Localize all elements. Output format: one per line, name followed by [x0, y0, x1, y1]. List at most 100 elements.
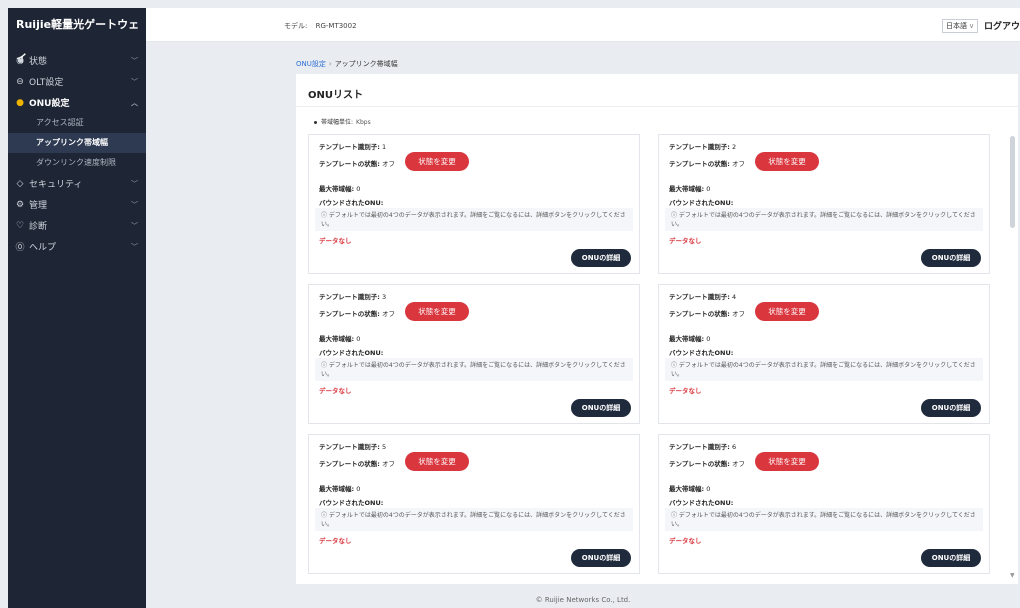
- unit-label: 帯域幅単位:: [321, 119, 354, 126]
- bound-onu-label: バウンドされたONU:: [319, 349, 384, 357]
- max-bandwidth-label: 最大帯域幅:: [319, 185, 355, 193]
- max-bandwidth-value: 0: [706, 485, 711, 493]
- no-data-text: データなし: [319, 537, 352, 545]
- diagnose-icon: ♡: [15, 220, 25, 231]
- scroll-down-icon[interactable]: ▼: [1010, 572, 1015, 579]
- bound-onu-row: バウンドされたONU:: [669, 347, 733, 357]
- change-status-button[interactable]: 状態を変更: [405, 452, 469, 471]
- max-bandwidth-row: 最大帯域幅: 0: [319, 483, 360, 493]
- breadcrumb-parent[interactable]: ONU設定: [296, 60, 326, 68]
- template-id-label: テンプレート識別子:: [319, 143, 380, 151]
- sidebar-item[interactable]: ⓪ ヘルプ ﹀: [8, 236, 146, 257]
- max-bandwidth-row: 最大帯域幅: 0: [669, 183, 710, 193]
- template-card: テンプレート識別子: 6 テンプレートの状態: オフ 状態を変更 最大帯域幅: 0 バウ…: [658, 434, 990, 574]
- info-note: ⓘ デフォルトでは最初の4つのデータが表示されます。詳細をご覧になるには、詳細ボ…: [315, 508, 633, 531]
- chevron-up-icon: ︿: [131, 98, 138, 107]
- sidebar-item-label: 診断: [29, 222, 48, 232]
- bullet-icon: [314, 121, 317, 124]
- template-status-label: テンプレートの状態:: [319, 460, 380, 468]
- template-status-value: オフ: [731, 160, 745, 168]
- sidebar-item[interactable]: ● ONU設定 ︿: [8, 92, 146, 113]
- template-id-value: 1: [381, 143, 387, 151]
- template-status-label: テンプレートの状態:: [669, 310, 730, 318]
- max-bandwidth-value: 0: [356, 485, 361, 493]
- template-id-value: 4: [731, 293, 737, 301]
- info-note: ⓘ デフォルトでは最初の4つのデータが表示されます。詳細をご覧になるには、詳細ボ…: [665, 358, 983, 381]
- onu-detail-button[interactable]: ONUの詳細: [921, 249, 981, 267]
- change-status-button[interactable]: 状態を変更: [755, 152, 819, 171]
- language-select[interactable]: 日本語 ∨: [942, 19, 979, 33]
- sidebar-item[interactable]: ◉ 状態 ﹀: [8, 50, 146, 71]
- template-status-label: テンプレートの状態:: [319, 310, 380, 318]
- sidebar-item[interactable]: ♡ 診断 ﹀: [8, 215, 146, 236]
- sidebar-item[interactable]: ◇ セキュリティ ﹀: [8, 173, 146, 194]
- change-status-button[interactable]: 状態を変更: [405, 302, 469, 321]
- sidebar: Ruijie軽量光ゲートウェイ ◉ 状態 ﹀ ⊖ OLT設定 ﹀ ● ONU設定 ︿ アクセス認証…: [8, 8, 146, 608]
- sidebar-item[interactable]: ⊖ OLT設定 ﹀: [8, 71, 146, 92]
- help-icon: ⓪: [15, 243, 25, 253]
- template-status-value: オフ: [381, 160, 395, 168]
- onu-detail-button[interactable]: ONUの詳細: [571, 399, 631, 417]
- template-card: テンプレート識別子: 3 テンプレートの状態: オフ 状態を変更 最大帯域幅: 0 バウ…: [308, 284, 640, 424]
- model-label: モデル:: [284, 22, 308, 30]
- template-id-row: テンプレート識別子: 6: [669, 441, 736, 451]
- max-bandwidth-row: 最大帯域幅: 0: [319, 183, 360, 193]
- sidebar-subitem[interactable]: アクセス認証: [8, 113, 146, 133]
- sidebar-subitem[interactable]: アップリンク帯域幅: [8, 133, 146, 153]
- sidebar-item[interactable]: ⚙ 管理 ﹀: [8, 194, 146, 215]
- onu-detail-button[interactable]: ONUの詳細: [921, 399, 981, 417]
- bound-onu-label: バウンドされたONU:: [319, 199, 384, 207]
- chevron-down-icon: ﹀: [131, 179, 138, 188]
- brand-title: Ruijie軽量光ゲートウェイ: [16, 18, 140, 65]
- max-bandwidth-value: 0: [706, 335, 711, 343]
- status-icon: ◉: [16, 55, 24, 66]
- template-status-row: テンプレートの状態: オフ: [319, 158, 395, 168]
- max-bandwidth-label: 最大帯域幅:: [319, 485, 355, 493]
- bound-onu-label: バウンドされたONU:: [669, 499, 734, 507]
- model-info: モデル: RG-MT3002: [284, 21, 357, 31]
- chevron-down-icon: ﹀: [131, 221, 138, 230]
- breadcrumb-separator: ›: [328, 60, 332, 68]
- template-status-value: オフ: [381, 460, 395, 468]
- panel-title: ONUリスト: [308, 90, 363, 101]
- unit-value: Kbps: [356, 119, 371, 126]
- template-card: テンプレート識別子: 2 テンプレートの状態: オフ 状態を変更 最大帯域幅: 0 バウ…: [658, 134, 990, 274]
- sidebar-item-label: 管理: [29, 201, 48, 211]
- change-status-button[interactable]: 状態を変更: [405, 152, 469, 171]
- template-id-value: 6: [731, 443, 737, 451]
- max-bandwidth-value: 0: [356, 335, 361, 343]
- max-bandwidth-row: 最大帯域幅: 0: [669, 483, 710, 493]
- onu-icon: ●: [16, 97, 24, 108]
- template-status-value: オフ: [731, 460, 745, 468]
- change-status-button[interactable]: 状態を変更: [755, 452, 819, 471]
- template-status-row: テンプレートの状態: オフ: [319, 458, 395, 468]
- template-id-row: テンプレート識別子: 5: [319, 441, 386, 451]
- chevron-down-icon: ﹀: [131, 77, 138, 86]
- onu-detail-button[interactable]: ONUの詳細: [571, 549, 631, 567]
- template-status-label: テンプレートの状態:: [669, 160, 730, 168]
- bound-onu-row: バウンドされたONU:: [319, 347, 383, 357]
- info-note: ⓘ デフォルトでは最初の4つのデータが表示されます。詳細をご覧になるには、詳細ボ…: [315, 208, 633, 231]
- breadcrumb: ONU設定 › アップリンク帯域幅: [296, 59, 398, 69]
- shield-icon: ◇: [16, 178, 24, 189]
- scrollbar[interactable]: [1010, 136, 1015, 228]
- max-bandwidth-label: 最大帯域幅:: [669, 335, 705, 343]
- onu-detail-button[interactable]: ONUの詳細: [571, 249, 631, 267]
- chevron-down-icon: ﹀: [131, 56, 138, 65]
- bandwidth-unit-note: 帯域幅単位: Kbps: [314, 117, 371, 126]
- onu-detail-button[interactable]: ONUの詳細: [921, 549, 981, 567]
- template-id-value: 5: [381, 443, 387, 451]
- change-status-button[interactable]: 状態を変更: [755, 302, 819, 321]
- sidebar-subitem[interactable]: ダウンリンク速度制限: [8, 153, 146, 173]
- template-id-label: テンプレート識別子:: [669, 443, 730, 451]
- template-id-label: テンプレート識別子:: [319, 443, 380, 451]
- no-data-text: データなし: [669, 237, 702, 245]
- breadcrumb-current: アップリンク帯域幅: [334, 60, 398, 68]
- bound-onu-row: バウンドされたONU:: [669, 497, 733, 507]
- logout-button[interactable]: ログアウ: [984, 19, 1020, 32]
- template-id-label: テンプレート識別子:: [669, 143, 730, 151]
- bound-onu-label: バウンドされたONU:: [319, 499, 384, 507]
- sidebar-submenu: アクセス認証 アップリンク帯域幅 ダウンリンク速度制限: [8, 113, 146, 173]
- footer: © Ruijie Networks Co., Ltd.: [535, 596, 631, 604]
- bound-onu-row: バウンドされたONU:: [319, 497, 383, 507]
